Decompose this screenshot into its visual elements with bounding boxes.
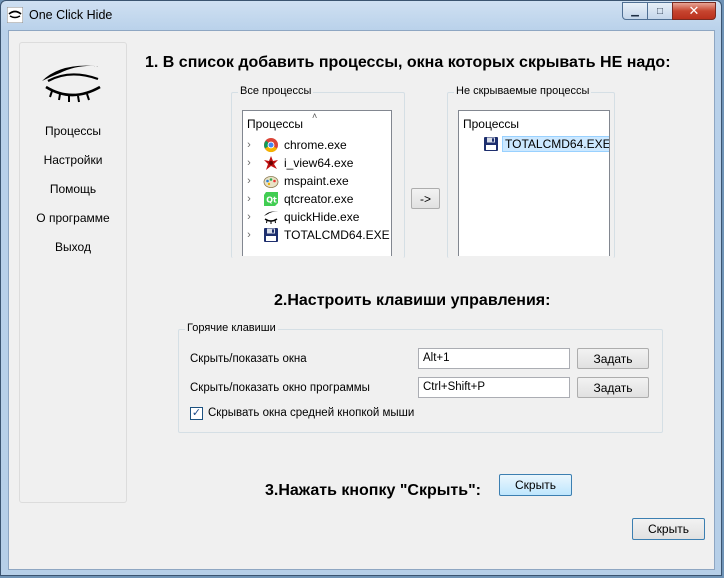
window-title: One Click Hide (29, 8, 113, 22)
process-name: mspaint.exe (284, 174, 349, 188)
sidebar-item-help[interactable]: Помощь (20, 182, 126, 196)
paint-icon (263, 176, 279, 188)
floppy-icon (264, 228, 278, 242)
qt-icon: Qt (264, 192, 278, 206)
process-name: quickHide.exe (284, 210, 360, 224)
scroll-up-arrow-icon[interactable]: ˄ (312, 111, 317, 121)
sidebar-item-settings[interactable]: Настройки (20, 153, 126, 167)
hotkeys-group-title: Горячие клавиши (185, 322, 278, 334)
tree-item-qtcreator[interactable]: › Qt qtcreator.exe (243, 190, 353, 208)
expand-chevron-icon[interactable]: › (243, 229, 255, 241)
toggle-windows-label: Скрыть/показать окна (190, 353, 307, 365)
irfanview-icon (264, 156, 278, 170)
middle-click-label[interactable]: Скрывать окна средней кнопкой мыши (208, 407, 414, 419)
sidebar-item-processes[interactable]: Процессы (20, 124, 126, 138)
expand-chevron-icon[interactable]: › (243, 211, 255, 223)
expand-chevron-icon[interactable]: › (243, 157, 255, 169)
minimize-button[interactable]: ▁ (622, 2, 648, 20)
sidebar-item-exit[interactable]: Выход (20, 240, 126, 254)
process-name: chrome.exe (284, 138, 347, 152)
tree-item-totalcmd-kept[interactable]: TOTALCMD64.EXE (483, 135, 609, 153)
app-window: One Click Hide ▁ □ ✕ Процессы Настройки … (0, 0, 722, 576)
eye-icon (264, 211, 278, 224)
step2-heading: 2.Настроить клавиши управления: (274, 292, 551, 309)
expand-chevron-icon[interactable]: › (243, 175, 255, 187)
toggle-program-label: Скрыть/показать окно программы (190, 382, 370, 394)
all-processes-group-title: Все процессы (238, 85, 314, 97)
middle-click-checkbox[interactable]: ✓ (190, 407, 203, 420)
toggle-windows-hotkey-input[interactable]: Alt+1 (418, 348, 570, 369)
step3-heading: 3.Нажать кнопку "Скрыть": (265, 482, 481, 499)
kept-processes-group-title: Не скрываемые процессы (454, 85, 592, 97)
hide-button[interactable]: Скрыть (632, 518, 705, 540)
app-eye-icon (7, 7, 23, 23)
title-bar[interactable]: One Click Hide ▁ □ ✕ (1, 1, 721, 29)
step3-hide-button[interactable]: Скрыть (499, 474, 572, 496)
expand-chevron-icon[interactable]: › (243, 193, 255, 205)
expand-chevron-icon[interactable]: › (243, 139, 255, 151)
add-process-button[interactable]: -> (411, 188, 440, 209)
floppy-icon (484, 137, 498, 151)
tree-item-iview[interactable]: › i_view64.exe (243, 154, 353, 172)
tree-item-quickhide[interactable]: › quickHide.exe (243, 208, 359, 226)
window-controls: ▁ □ ✕ (622, 2, 716, 21)
tree-item-mspaint[interactable]: › mspaint.exe (243, 172, 349, 190)
step1-heading: 1. В список добавить процессы, окна кото… (145, 54, 671, 71)
maximize-button[interactable]: □ (647, 2, 673, 20)
closed-eye-logo-icon (42, 65, 104, 103)
svg-text:Qt: Qt (266, 196, 277, 205)
sidebar: Процессы Настройки Помощь О программе Вы… (19, 42, 127, 503)
set-toggle-windows-hotkey-button[interactable]: Задать (577, 348, 649, 369)
all-processes-header: Процессы (247, 117, 304, 131)
all-processes-tree[interactable]: ˄ Процессы › chrome.exe › i_view64.exe ›… (242, 110, 392, 256)
close-button[interactable]: ✕ (672, 2, 716, 20)
set-toggle-program-hotkey-button[interactable]: Задать (577, 377, 649, 398)
process-name: i_view64.exe (284, 156, 354, 170)
process-name: TOTALCMD64.EXE (284, 228, 390, 242)
process-name-selected: TOTALCMD64.EXE (502, 136, 609, 152)
tree-item-totalcmd[interactable]: › TOTALCMD64.EXE (243, 226, 390, 244)
kept-processes-header: Процессы (463, 117, 520, 131)
kept-processes-tree[interactable]: Процессы TOTALCMD64.EXE (458, 110, 610, 256)
sidebar-item-about[interactable]: О программе (20, 211, 126, 225)
toggle-program-hotkey-input[interactable]: Ctrl+Shift+P (418, 377, 570, 398)
chrome-icon (264, 138, 278, 153)
tree-item-chrome[interactable]: › chrome.exe (243, 136, 347, 154)
client-area: Процессы Настройки Помощь О программе Вы… (8, 30, 715, 570)
process-name: qtcreator.exe (284, 192, 354, 206)
